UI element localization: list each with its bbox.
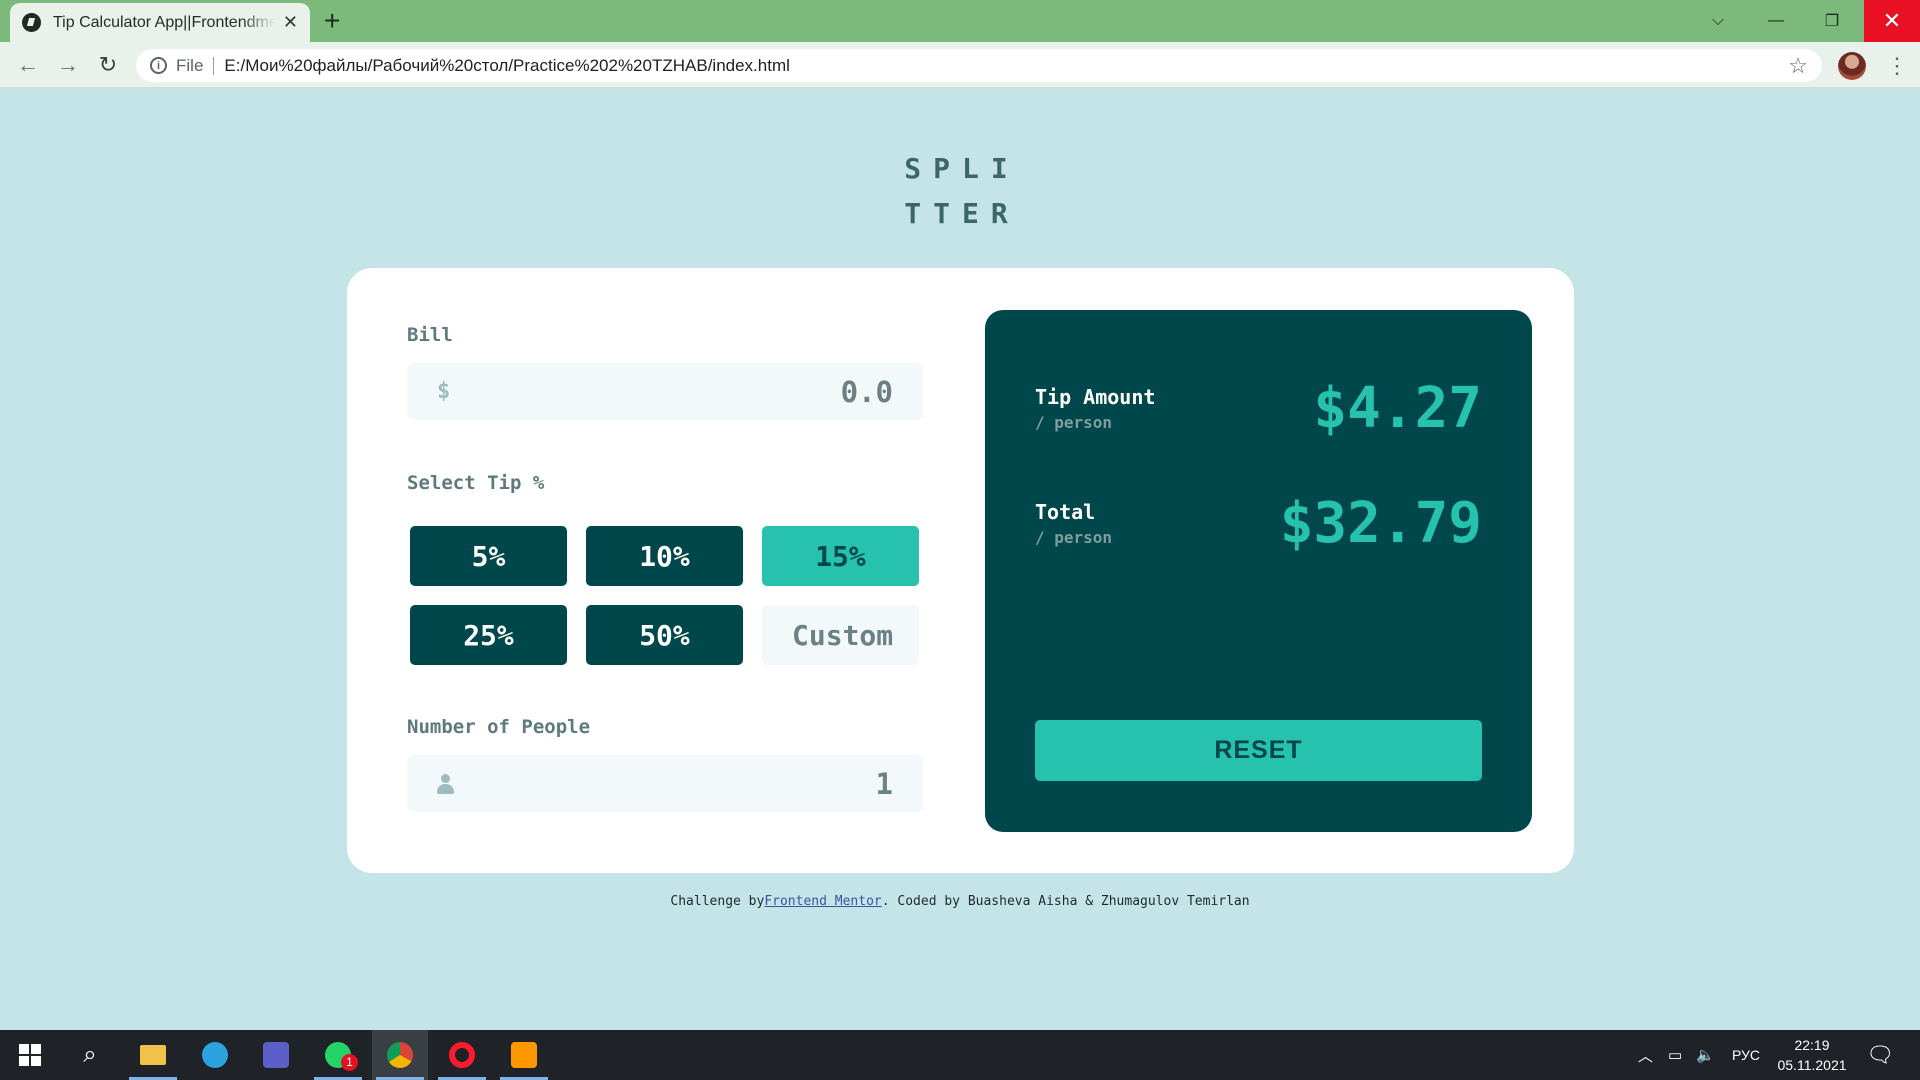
- profile-avatar[interactable]: [1838, 52, 1866, 80]
- taskbar: ⌕ 1 ︿ ▭ 🔈 РУС 22:19 05.11.2021 🗨: [0, 1030, 1920, 1080]
- tip-amount-sub: / person: [1035, 413, 1113, 432]
- teams-icon[interactable]: [248, 1030, 304, 1080]
- bill-value[interactable]: 0.0: [841, 375, 893, 409]
- notifications-icon[interactable]: 🗨: [1866, 1030, 1894, 1080]
- tip-15-button[interactable]: 15%: [762, 526, 919, 586]
- new-tab-plus-icon[interactable]: +: [324, 6, 340, 36]
- tray-chevron-icon[interactable]: ︿: [1638, 1030, 1653, 1080]
- info-icon[interactable]: i: [150, 57, 167, 74]
- bill-label: Bill: [407, 324, 453, 346]
- bookmark-star-icon[interactable]: ☆: [1788, 53, 1808, 79]
- whatsapp-badge: 1: [341, 1054, 358, 1071]
- calculator-card: Bill $ 0.0 Select Tip % 5% 10% 15% 25% 5…: [347, 268, 1574, 873]
- browser-tab[interactable]: Tip Calculator App||Frontendmentor ✕: [10, 3, 310, 42]
- clock-time: 22:19: [1794, 1037, 1830, 1053]
- file-explorer-icon[interactable]: [125, 1030, 181, 1080]
- browser-menu-icon[interactable]: ⋮: [1886, 52, 1908, 80]
- forward-arrow-icon[interactable]: →: [54, 51, 82, 79]
- window-close-icon[interactable]: ✕: [1864, 0, 1920, 42]
- tab-title: Tip Calculator App||Frontendmentor: [53, 13, 275, 31]
- browser-tab-strip: Tip Calculator App||Frontendmentor ✕ + ⌵…: [0, 0, 1920, 42]
- total-value: $32.79: [1279, 491, 1482, 556]
- results-panel: Tip Amount / person $4.27 Total / person…: [985, 310, 1532, 832]
- custom-tip-input[interactable]: Custom: [762, 605, 919, 665]
- tip-5-button[interactable]: 5%: [410, 526, 567, 586]
- tip-25-button[interactable]: 25%: [410, 605, 567, 665]
- app-logo: SPLITTER: [904, 152, 1020, 230]
- restore-icon[interactable]: ❐: [1804, 0, 1860, 42]
- sublime-text-icon[interactable]: [496, 1030, 552, 1080]
- people-value[interactable]: 1: [876, 767, 893, 801]
- tip-amount-value: $4.27: [1313, 376, 1482, 441]
- telegram-icon[interactable]: [187, 1030, 243, 1080]
- language-indicator[interactable]: РУС: [1732, 1030, 1760, 1080]
- volume-icon[interactable]: 🔈: [1696, 1030, 1715, 1080]
- battery-icon[interactable]: ▭: [1668, 1030, 1682, 1080]
- browser-toolbar: ← → ↻ i File E:/Мои%20файлы/Рабочий%20ст…: [0, 42, 1920, 88]
- frontend-mentor-link[interactable]: Frontend Mentor: [764, 894, 881, 909]
- tab-close-icon[interactable]: ✕: [283, 12, 298, 33]
- total-sub: / person: [1035, 528, 1113, 547]
- reload-icon[interactable]: ↻: [94, 51, 122, 79]
- select-tip-label: Select Tip %: [407, 472, 545, 494]
- tip-10-button[interactable]: 10%: [586, 526, 743, 586]
- start-windows-icon[interactable]: [2, 1030, 58, 1080]
- opera-icon[interactable]: [434, 1030, 490, 1080]
- clock-date: 05.11.2021: [1777, 1057, 1847, 1073]
- address-divider: [213, 56, 215, 75]
- total-label: Total: [1035, 500, 1096, 524]
- tab-search-chevron-icon[interactable]: ⌵: [1690, 0, 1746, 42]
- people-input[interactable]: 1: [407, 755, 923, 812]
- person-icon: [437, 773, 454, 794]
- back-arrow-icon[interactable]: ←: [14, 51, 42, 79]
- bill-input[interactable]: $ 0.0: [407, 363, 923, 420]
- attribution-footer: Challenge byFrontend Mentor. Coded by Bu…: [0, 894, 1920, 909]
- tip-amount-label: Tip Amount: [1035, 385, 1156, 409]
- footer-suffix: . Coded by Buasheva Aisha & Zhumagulov T…: [881, 894, 1250, 909]
- address-bar[interactable]: i File E:/Мои%20файлы/Рабочий%20стол/Pra…: [136, 49, 1822, 82]
- whatsapp-icon[interactable]: 1: [310, 1030, 366, 1080]
- footer-prefix: Challenge by: [670, 894, 765, 909]
- minimize-icon[interactable]: —: [1748, 0, 1804, 42]
- tab-favicon-icon: [22, 13, 41, 32]
- reset-button[interactable]: RESET: [1035, 720, 1482, 781]
- people-label: Number of People: [407, 716, 591, 738]
- chrome-icon[interactable]: [372, 1030, 428, 1080]
- address-scheme: File: [176, 55, 204, 75]
- clock[interactable]: 22:19 05.11.2021: [1772, 1035, 1852, 1075]
- search-icon[interactable]: ⌕: [62, 1030, 118, 1080]
- dollar-icon: $: [437, 379, 451, 404]
- address-url[interactable]: E:/Мои%20файлы/Рабочий%20стол/Practice%2…: [224, 56, 790, 76]
- tip-50-button[interactable]: 50%: [586, 605, 743, 665]
